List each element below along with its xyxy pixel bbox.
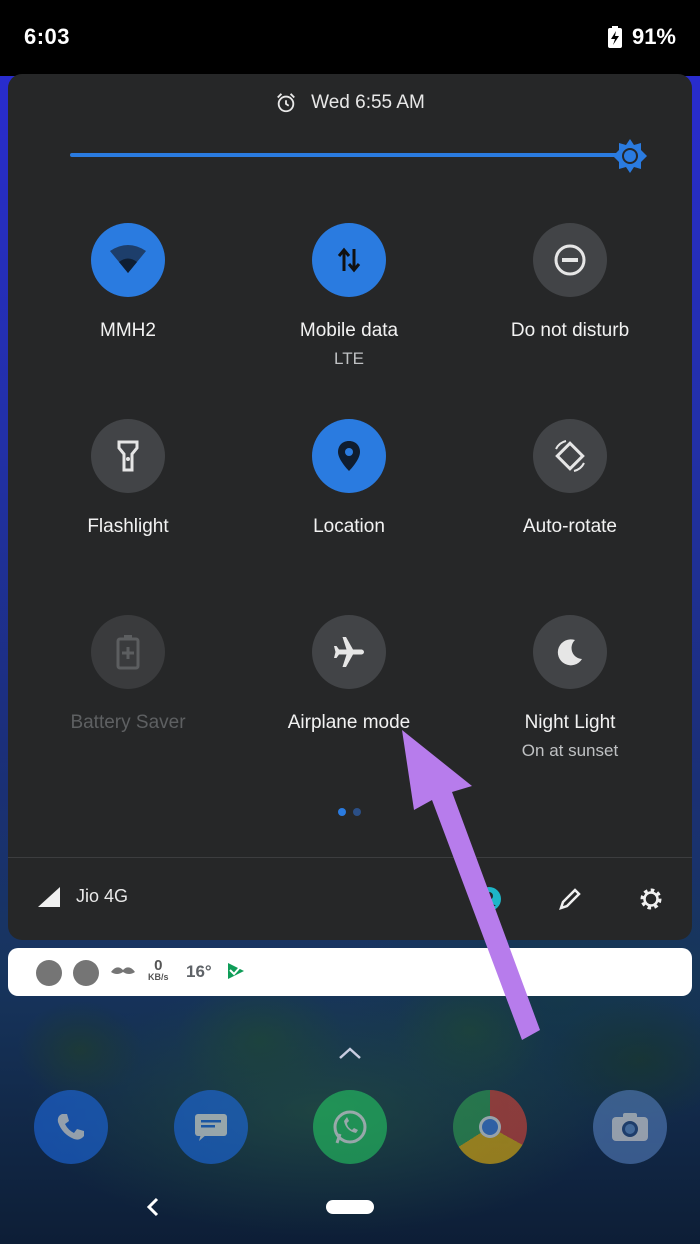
- quick-settings-panel: Wed 6:55 AM MMH2 Mobile data LTE Do not …: [8, 74, 692, 940]
- alarm-clock-icon: [277, 93, 296, 113]
- back-icon[interactable]: [146, 1196, 160, 1218]
- brightness-icon[interactable]: [612, 138, 648, 174]
- tile-wifi-button[interactable]: [91, 223, 165, 297]
- alarm-text: Wed 6:55 AM: [311, 92, 425, 113]
- home-pill-button[interactable]: [326, 1200, 374, 1214]
- tile-auto-rotate[interactable]: Auto-rotate: [457, 419, 683, 538]
- speed-unit: KB/s: [148, 972, 169, 982]
- tile-label: Auto-rotate: [523, 516, 617, 537]
- quick-settings-footer: Jio 4G: [8, 858, 692, 940]
- camera-icon: [612, 1113, 648, 1141]
- tile-auto-rotate-button[interactable]: [533, 419, 607, 493]
- edit-pencil-icon[interactable]: [557, 886, 583, 912]
- tile-night-light-button[interactable]: [533, 615, 607, 689]
- phone-app-icon[interactable]: [34, 1090, 108, 1164]
- tile-label: Flashlight: [87, 516, 169, 537]
- location-icon: [338, 441, 360, 471]
- app-drawer-chevron-icon[interactable]: [338, 1046, 362, 1060]
- temperature: 16°: [186, 962, 212, 981]
- tile-sublabel: LTE: [334, 349, 364, 368]
- carrier-info[interactable]: Jio 4G: [38, 886, 128, 907]
- phone-icon: [57, 1114, 84, 1140]
- tile-airplane-mode[interactable]: Airplane mode: [236, 615, 462, 734]
- battery-percent: 91%: [631, 24, 676, 49]
- speed-value: 0: [154, 957, 163, 974]
- mobile-data-icon: [337, 247, 361, 273]
- brightness-slider[interactable]: [70, 153, 630, 157]
- check-flag-icon: [228, 963, 244, 979]
- tile-label: Do not disturb: [510, 320, 630, 341]
- message-icon: [195, 1114, 227, 1141]
- moon-icon: [557, 639, 582, 666]
- network-speed: 0 KB/s: [148, 958, 169, 982]
- alarm-row[interactable]: Wed 6:55 AM: [8, 92, 692, 114]
- annotation-arrow: [402, 730, 540, 1040]
- tile-label: Battery Saver: [70, 712, 186, 733]
- tile-mobile-data-button[interactable]: [312, 223, 386, 297]
- page-dot-active: [338, 808, 346, 816]
- tile-battery-saver[interactable]: Battery Saver: [15, 615, 241, 734]
- auto-rotate-icon: [555, 440, 585, 472]
- notification-icon-circle: [73, 960, 99, 986]
- whatsapp-app-icon[interactable]: [313, 1090, 387, 1164]
- notification-icons-strip[interactable]: 0 KB/s 16°: [8, 948, 692, 996]
- status-right: 91%: [607, 24, 676, 50]
- whatsapp-icon: [333, 1110, 367, 1144]
- signal-icon: [38, 886, 60, 907]
- carrier-label: Jio 4G: [76, 886, 129, 906]
- tile-mobile-data[interactable]: Mobile data LTE: [236, 223, 462, 369]
- battery-saver-icon: [116, 635, 140, 670]
- tile-label: MMH2: [100, 320, 156, 341]
- notification-icon-circle: [36, 960, 62, 986]
- page-dot: [353, 808, 361, 816]
- tile-do-not-disturb[interactable]: Do not disturb: [457, 223, 683, 342]
- settings-gear-icon[interactable]: [638, 886, 664, 912]
- status-bar: 6:03 91%: [0, 0, 700, 76]
- tile-location-button[interactable]: [312, 419, 386, 493]
- wifi-icon: [110, 245, 146, 273]
- tile-battery-saver-button[interactable]: [91, 615, 165, 689]
- tile-location[interactable]: Location: [236, 419, 462, 538]
- camera-app-icon[interactable]: [593, 1090, 667, 1164]
- tile-label: Location: [313, 516, 385, 537]
- page-indicator: [338, 808, 361, 816]
- do-not-disturb-icon: [554, 244, 586, 276]
- tile-flashlight-button[interactable]: [91, 419, 165, 493]
- navigation-bar: [0, 1176, 700, 1244]
- chrome-app-icon[interactable]: [453, 1090, 527, 1164]
- flashlight-icon: [117, 440, 139, 472]
- tile-flashlight[interactable]: Flashlight: [15, 419, 241, 538]
- tile-airplane-mode-button[interactable]: [312, 615, 386, 689]
- tile-do-not-disturb-button[interactable]: [533, 223, 607, 297]
- mustache-icon: [111, 967, 135, 974]
- tile-wifi[interactable]: MMH2: [15, 223, 241, 342]
- airplane-icon: [334, 637, 364, 667]
- tile-label: Mobile data: [299, 320, 399, 341]
- status-time: 6:03: [24, 24, 71, 49]
- messages-app-icon[interactable]: [174, 1090, 248, 1164]
- battery-charging-icon: [607, 26, 622, 48]
- chrome-icon: [479, 1116, 501, 1138]
